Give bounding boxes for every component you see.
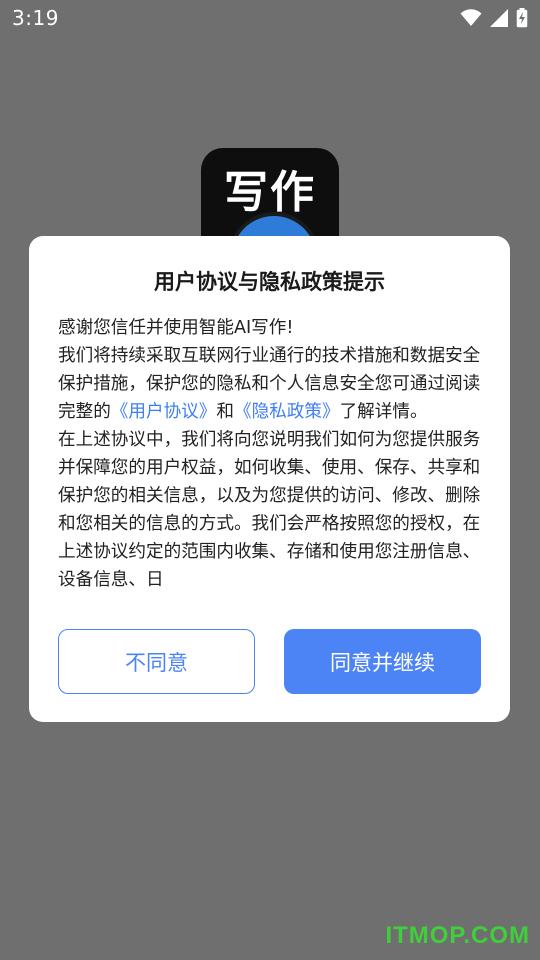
paragraph1-end: 了解详情。 [339, 402, 428, 422]
user-agreement-link[interactable]: 《用户协议》 [111, 402, 217, 422]
watermark: ITMOP.COM [385, 922, 530, 949]
app-logo-text: 写作 [224, 167, 316, 218]
status-bar: 3:19 [0, 0, 540, 36]
dialog-paragraph-1: 我们将持续采取互联网行业通行的技术措施和数据安全保护措施，保护您的隐私和个人信息… [58, 342, 482, 426]
accept-button[interactable]: 同意并继续 [284, 629, 481, 694]
dialog-paragraph-2: 在上述协议中，我们将向您说明我们如何为您提供服务并保障您的用户权益，如何收集、使… [58, 430, 481, 590]
dialog-intro: 感谢您信任并使用智能AI写作! [58, 318, 294, 338]
status-icons [460, 8, 528, 28]
dialog-body[interactable]: 感谢您信任并使用智能AI写作! 我们将持续采取互联网行业通行的技术措施和数据安全… [58, 314, 482, 600]
decline-button[interactable]: 不同意 [58, 629, 255, 694]
wifi-icon [460, 9, 482, 26]
privacy-policy-link[interactable]: 《隐私政策》 [234, 402, 340, 422]
dialog-title: 用户协议与隐私政策提示 [154, 270, 385, 294]
cell-signal-icon [490, 9, 508, 27]
agreement-dialog: 用户协议与隐私政策提示 感谢您信任并使用智能AI写作! 我们将持续采取互联网行业… [29, 236, 510, 722]
battery-charging-icon [516, 8, 528, 28]
status-time: 3:19 [12, 6, 59, 30]
paragraph1-and: 和 [216, 402, 234, 422]
